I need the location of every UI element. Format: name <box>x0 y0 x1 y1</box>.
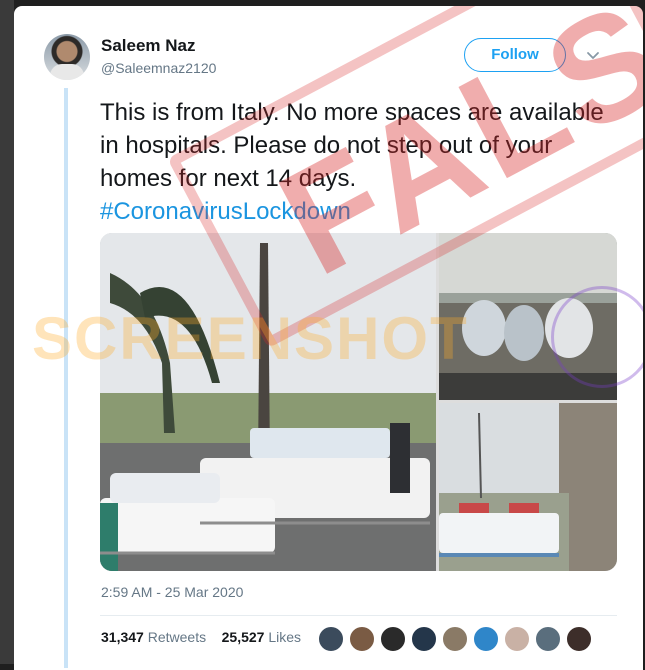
author-handle[interactable]: @Saleemnaz2120 <box>101 60 216 76</box>
tweet-card: Saleem Naz @Saleemnaz2120 Follow This is… <box>14 6 643 670</box>
liker-avatar[interactable] <box>566 626 592 652</box>
liker-avatar[interactable] <box>535 626 561 652</box>
likes-count[interactable]: 25,527 <box>222 629 265 645</box>
liker-avatar[interactable] <box>349 626 375 652</box>
liker-avatar[interactable] <box>411 626 437 652</box>
photo-patients-blankets[interactable] <box>439 233 617 400</box>
likes-label[interactable]: Likes <box>268 629 301 645</box>
chevron-down-icon[interactable] <box>584 46 602 64</box>
follow-button[interactable]: Follow <box>464 38 566 72</box>
tweet-timestamp[interactable]: 2:59 AM - 25 Mar 2020 <box>101 584 243 600</box>
avatar-shirt <box>50 64 84 80</box>
liker-avatar[interactable] <box>504 626 530 652</box>
liker-avatar[interactable] <box>380 626 406 652</box>
retweets-count[interactable]: 31,347 <box>101 629 144 645</box>
tweet-body: This is from Italy. No more spaces are a… <box>100 99 604 192</box>
photo-hospital-beds-outdoor[interactable] <box>100 233 436 571</box>
divider <box>100 615 617 616</box>
engagement-stats: 31,347 Retweets 25,527 Likes <box>101 629 301 645</box>
thread-line <box>64 88 68 668</box>
liker-avatar[interactable] <box>473 626 499 652</box>
tweet-text: This is from Italy. No more spaces are a… <box>100 96 620 228</box>
author-name[interactable]: Saleem Naz <box>101 36 196 56</box>
media-grid <box>100 233 617 571</box>
background-window-edge <box>0 0 14 664</box>
hashtag-link[interactable]: #CoronavirusLockdown <box>100 195 620 228</box>
liker-avatar[interactable] <box>442 626 468 652</box>
retweets-label[interactable]: Retweets <box>148 629 206 645</box>
liker-avatar[interactable] <box>318 626 344 652</box>
photo-beds-along-building[interactable] <box>439 403 617 571</box>
liker-avatars <box>318 626 597 652</box>
author-avatar[interactable] <box>44 34 90 80</box>
